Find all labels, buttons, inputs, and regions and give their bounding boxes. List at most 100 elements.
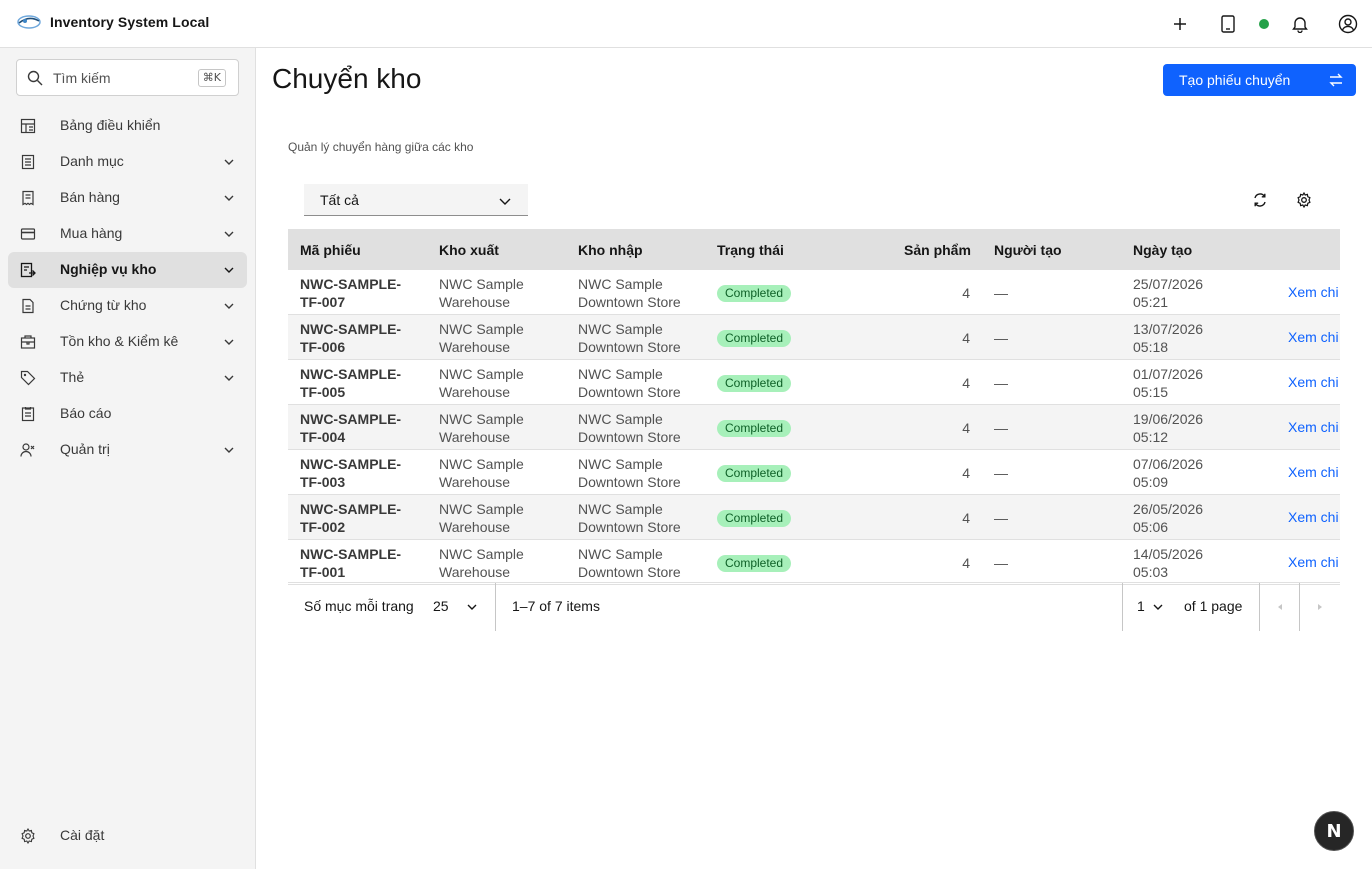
items-range: 1–7 of 7 items xyxy=(512,598,600,614)
column-header-status[interactable]: Trạng thái xyxy=(717,242,784,258)
sidebar-item-admin[interactable]: Quản trị xyxy=(8,432,247,468)
destination-warehouse: NWC Sample Downtown Store xyxy=(578,501,681,535)
search-icon xyxy=(27,70,43,86)
column-header-creator[interactable]: Người tạo xyxy=(994,242,1062,258)
table-row[interactable]: NWC-SAMPLE- TF-005 NWC Sample Warehouse NWC … xyxy=(288,360,1340,405)
gear-icon xyxy=(1297,192,1311,208)
create-transfer-label: Tạo phiếu chuyển xyxy=(1179,72,1291,88)
report-icon xyxy=(21,407,35,422)
chevron-down-icon xyxy=(224,339,234,345)
view-details-link[interactable]: Xem chi xyxy=(1288,284,1339,300)
table-row[interactable]: NWC-SAMPLE- TF-003 NWC Sample Warehouse NWC … xyxy=(288,450,1340,495)
caret-right-icon xyxy=(1318,604,1322,610)
inventory-icon xyxy=(20,335,36,349)
sidebar-item-sales[interactable]: Bán hàng xyxy=(8,180,247,216)
table-row[interactable]: NWC-SAMPLE- TF-004 NWC Sample Warehouse NWC … xyxy=(288,405,1340,450)
notification-icon[interactable] xyxy=(1288,12,1312,36)
sidebar-item-catalog[interactable]: Danh mục xyxy=(8,144,247,180)
view-details-link[interactable]: Xem chi xyxy=(1288,554,1339,570)
app-title: Inventory System Local xyxy=(50,14,210,30)
divider xyxy=(1122,583,1123,631)
sidebar-item-label: Bán hàng xyxy=(60,189,120,205)
view-details-link[interactable]: Xem chi xyxy=(1288,419,1339,435)
sidebar-item-warehouse-ops[interactable]: Nghiệp vụ kho xyxy=(8,252,247,288)
transfer-code: NWC-SAMPLE- TF-004 xyxy=(300,411,402,445)
gear-icon xyxy=(21,828,35,844)
sidebar-item-inventory[interactable]: Tồn kho & Kiểm kê xyxy=(8,324,247,360)
status-filter-select[interactable]: Tất cả xyxy=(304,184,528,216)
created-date: 01/07/2026 05:15 xyxy=(1133,366,1204,400)
view-details-link[interactable]: Xem chi xyxy=(1288,374,1339,390)
column-header-code[interactable]: Mã phiếu xyxy=(300,242,361,258)
sidebar-item-purchasing[interactable]: Mua hàng xyxy=(8,216,247,252)
search-shortcut: ⌘K xyxy=(197,69,226,87)
column-header-to[interactable]: Kho nhập xyxy=(578,242,643,258)
total-pages: of 1 page xyxy=(1184,598,1243,614)
product-count: 4 xyxy=(962,420,970,436)
sidebar-item-label: Chứng từ kho xyxy=(60,297,147,313)
table-row[interactable]: NWC-SAMPLE- TF-007 NWC Sample Warehouse NWC … xyxy=(288,270,1340,315)
created-date: 14/05/2026 05:03 xyxy=(1133,546,1204,580)
product-count: 4 xyxy=(962,510,970,526)
created-date: 19/06/2026 05:12 xyxy=(1133,411,1204,445)
source-warehouse: NWC Sample Warehouse xyxy=(439,276,524,310)
chevron-down-icon xyxy=(224,159,234,165)
table-body: NWC-SAMPLE- TF-007 NWC Sample Warehouse NWC … xyxy=(288,270,1340,585)
sidebar-item-settings[interactable]: Cài đặt xyxy=(8,818,247,854)
sidebar-item-label: Bảng điều khiển xyxy=(60,117,161,133)
created-by: — xyxy=(994,510,1008,526)
per-page-select[interactable]: 25 xyxy=(433,598,449,614)
create-transfer-button[interactable]: Tạo phiếu chuyển xyxy=(1163,64,1356,96)
sidebar-item-label: Mua hàng xyxy=(60,225,123,241)
user-avatar-icon[interactable] xyxy=(1336,12,1360,36)
pagination: Số mục mỗi trang 25 1–7 of 7 items 1 of … xyxy=(288,582,1340,631)
brand[interactable]: Inventory System Local xyxy=(16,10,209,34)
sidebar-item-label: Nghiệp vụ kho xyxy=(60,261,157,277)
column-header-from[interactable]: Kho xuất xyxy=(439,242,499,258)
sidebar-item-warehouse-documents[interactable]: Chứng từ kho xyxy=(8,288,247,324)
product-count: 4 xyxy=(962,330,970,346)
transfer-code: NWC-SAMPLE- TF-006 xyxy=(300,321,402,355)
sidebar-item-reports[interactable]: Báo cáo xyxy=(8,396,247,432)
table-header: Mã phiếu Kho xuất Kho nhập Trạng thái Sả… xyxy=(288,230,1340,270)
search-input[interactable]: Tìm kiếm ⌘K xyxy=(16,59,239,96)
tablet-icon[interactable] xyxy=(1216,12,1240,36)
next-page-button[interactable] xyxy=(1300,583,1340,631)
view-details-link[interactable]: Xem chi xyxy=(1288,509,1339,525)
destination-warehouse: NWC Sample Downtown Store xyxy=(578,321,681,355)
created-date: 26/05/2026 05:06 xyxy=(1133,501,1204,535)
source-warehouse: NWC Sample Warehouse xyxy=(439,366,524,400)
refresh-button[interactable] xyxy=(1248,188,1272,212)
transfer-code: NWC-SAMPLE- TF-001 xyxy=(300,546,402,580)
sidebar-item-dashboard[interactable]: Bảng điều khiển xyxy=(8,108,247,144)
view-details-link[interactable]: Xem chi xyxy=(1288,464,1339,480)
connection-status-dot xyxy=(1259,19,1269,29)
add-icon[interactable] xyxy=(1168,12,1192,36)
destination-warehouse: NWC Sample Downtown Store xyxy=(578,411,681,445)
swap-icon xyxy=(1329,73,1343,87)
chevron-down-icon xyxy=(224,195,234,201)
created-by: — xyxy=(994,375,1008,391)
table-row[interactable]: NWC-SAMPLE- TF-002 NWC Sample Warehouse NWC … xyxy=(288,495,1340,540)
status-badge: Completed xyxy=(717,375,792,392)
destination-warehouse: NWC Sample Downtown Store xyxy=(578,366,681,400)
product-count: 4 xyxy=(962,555,970,571)
sidebar-item-tags[interactable]: Thẻ xyxy=(8,360,247,396)
status-badge: Completed xyxy=(717,330,792,347)
page-select[interactable]: 1 xyxy=(1137,598,1145,614)
transfer-code: NWC-SAMPLE- TF-002 xyxy=(300,501,402,535)
sidebar-item-label: Cài đặt xyxy=(60,827,105,843)
status-badge: Completed xyxy=(717,555,792,572)
view-details-link[interactable]: Xem chi xyxy=(1288,329,1339,345)
table-settings-button[interactable] xyxy=(1292,188,1316,212)
dev-tools-button[interactable]: N xyxy=(1314,811,1354,851)
column-header-date[interactable]: Ngày tạo xyxy=(1133,242,1192,258)
search-placeholder: Tìm kiếm xyxy=(53,70,111,86)
warehouse-ops-icon xyxy=(20,262,36,278)
table-row[interactable]: NWC-SAMPLE- TF-006 NWC Sample Warehouse NWC … xyxy=(288,315,1340,360)
previous-page-button[interactable] xyxy=(1260,583,1300,631)
column-header-products[interactable]: Sản phẩm xyxy=(904,242,971,258)
table-row[interactable]: NWC-SAMPLE- TF-001 NWC Sample Warehouse NWC … xyxy=(288,540,1340,585)
destination-warehouse: NWC Sample Downtown Store xyxy=(578,456,681,490)
source-warehouse: NWC Sample Warehouse xyxy=(439,501,524,535)
